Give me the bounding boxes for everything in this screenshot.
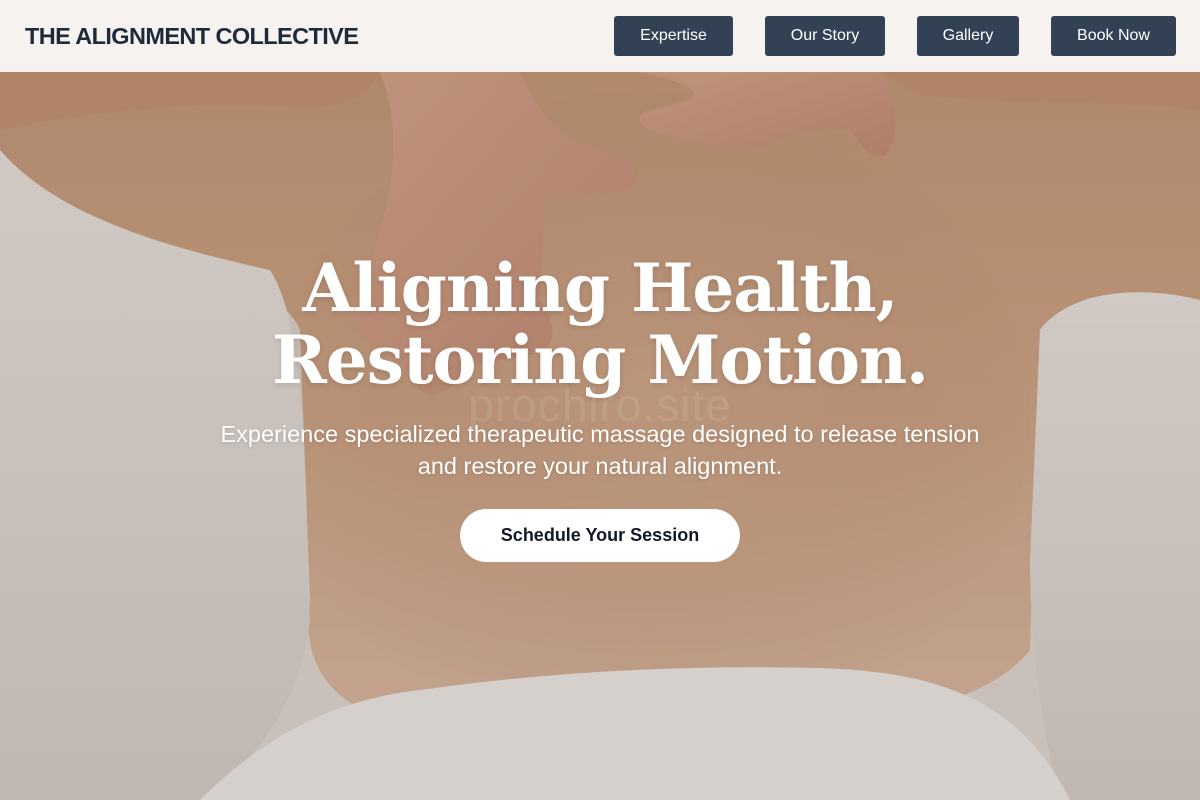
hero-subtitle: Experience specialized therapeutic massa… [150, 418, 1050, 482]
hero-title-line-2: Restoring Motion. [271, 321, 929, 399]
nav-our-story-button[interactable]: Our Story [765, 16, 885, 56]
hero-title: Aligning Health, Restoring Motion. [0, 252, 1200, 396]
nav-book-now-button[interactable]: Book Now [1051, 16, 1176, 56]
hero-subtitle-line-2: and restore your natural alignment. [417, 453, 783, 479]
hero-subtitle-line-1: Experience specialized therapeutic massa… [220, 421, 980, 447]
hero-section: prochiro.site Aligning Health, Restoring… [0, 0, 1200, 800]
nav-gallery-button[interactable]: Gallery [917, 16, 1019, 56]
hero-title-line-1: Aligning Health, [302, 249, 898, 327]
main-nav: Expertise Our Story Gallery Book Now [582, 16, 1176, 56]
site-header: THE ALIGNMENT COLLECTIVE Expertise Our S… [0, 0, 1200, 72]
nav-expertise-button[interactable]: Expertise [614, 16, 733, 56]
schedule-session-button[interactable]: Schedule Your Session [460, 509, 740, 562]
brand-logo-text[interactable]: THE ALIGNMENT COLLECTIVE [25, 23, 359, 50]
